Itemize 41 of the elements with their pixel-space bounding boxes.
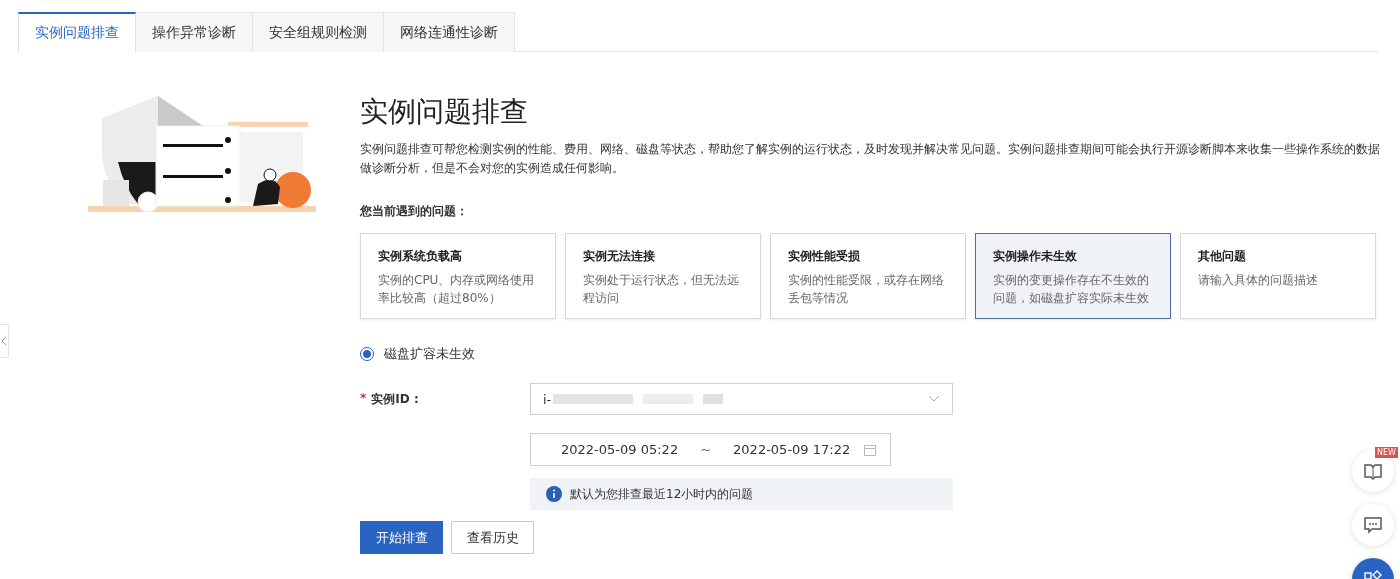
problem-card[interactable]: 实例系统负载高 实例的CPU、内存或网络使用率比较高（超过80%） bbox=[360, 233, 556, 319]
collapse-handle[interactable] bbox=[0, 324, 9, 358]
card-title: 实例无法连接 bbox=[583, 248, 656, 265]
required-mark: * bbox=[360, 390, 367, 407]
calendar-icon bbox=[864, 443, 876, 456]
radio-label: 磁盘扩容未生效 bbox=[384, 345, 475, 363]
card-description: 实例处于运行状态，但无法远程访问 bbox=[583, 272, 740, 307]
chevron-left-icon bbox=[1, 336, 7, 346]
history-button[interactable]: 查看历史 bbox=[451, 521, 534, 554]
caret-icon bbox=[928, 395, 940, 403]
docs-button[interactable] bbox=[1352, 450, 1394, 492]
tab[interactable]: 实例问题排查 bbox=[18, 12, 136, 52]
tab[interactable]: 网络连通性诊断 bbox=[384, 12, 515, 52]
description: 实例问题排查可帮您检测实例的性能、费用、网络、磁盘等状态，帮助您了解实例的运行状态，及时发现并解决常见问题。实例问题排查期间可能会执行开源诊断脚本来收集一些操作系统的数据做诊断分析，但是不会对您的实例造成任何影响。 bbox=[360, 141, 1380, 177]
chat-icon bbox=[1363, 516, 1383, 534]
info-icon bbox=[546, 486, 562, 502]
page-title: 实例问题排查 bbox=[360, 94, 529, 130]
card-description: 实例的性能受限，或存在网络丢包等情况 bbox=[788, 272, 945, 307]
card-title: 实例性能受损 bbox=[788, 248, 861, 265]
instance-select[interactable]: i- bbox=[530, 383, 953, 415]
card-title: 实例系统负载高 bbox=[378, 248, 463, 265]
radio-button[interactable] bbox=[360, 347, 374, 361]
start-button[interactable]: 开始排查 bbox=[360, 521, 443, 554]
card-title: 其他问题 bbox=[1198, 248, 1247, 265]
card-title: 实例操作未生效 bbox=[993, 248, 1078, 265]
card-description: 实例的变更操作存在不生效的问题，如磁盘扩容实际未生效 bbox=[993, 272, 1150, 307]
chat-button[interactable] bbox=[1352, 504, 1394, 546]
date-range-picker[interactable]: 2022-05-09 05:22 ~ 2022-05-09 17:22 bbox=[530, 433, 891, 466]
problem-card[interactable]: 实例操作未生效 实例的变更操作存在不生效的问题，如磁盘扩容实际未生效 bbox=[975, 233, 1171, 319]
field-label: 实例ID : bbox=[371, 390, 419, 408]
tab[interactable]: 操作异常诊断 bbox=[136, 12, 253, 52]
new-badge: NEW bbox=[1375, 447, 1398, 458]
section-label: 您当前遇到的问题： bbox=[360, 203, 469, 220]
notice-text: 默认为您排查最近12小时内的问题 bbox=[570, 485, 754, 503]
card-description: 实例的CPU、内存或网络使用率比较高（超过80%） bbox=[378, 272, 536, 307]
problem-card[interactable]: 实例性能受损 实例的性能受限，或存在网络丢包等情况 bbox=[770, 233, 966, 319]
problem-card[interactable]: 其他问题 请输入具体的问题描述 bbox=[1180, 233, 1376, 319]
book-icon bbox=[1363, 462, 1383, 480]
tab[interactable]: 安全组规则检测 bbox=[253, 12, 384, 52]
card-description: 请输入具体的问题描述 bbox=[1198, 272, 1319, 289]
problem-card[interactable]: 实例无法连接 实例处于运行状态，但无法远程访问 bbox=[565, 233, 761, 319]
